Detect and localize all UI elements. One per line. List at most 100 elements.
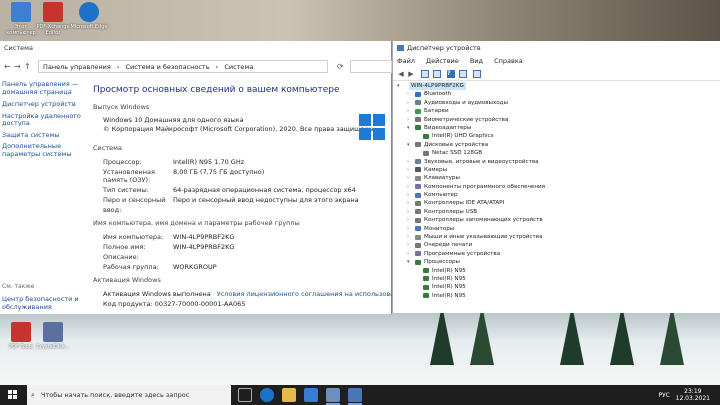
device-label: Netac SSD 128GB (432, 150, 483, 157)
collapse-arrow-icon[interactable]: ▾ (407, 124, 415, 132)
menu-view[interactable]: Вид (470, 57, 483, 65)
task-view-icon[interactable] (238, 388, 252, 402)
device-category[interactable]: › Контроллеры USB (397, 208, 720, 216)
activation-row: Активация Windows выполнена Условия лице… (93, 289, 492, 299)
expand-arrow-icon[interactable]: › (407, 158, 415, 166)
expand-arrow-icon[interactable]: › (407, 208, 415, 216)
activation-status: Активация Windows выполнена (103, 290, 211, 298)
device-category[interactable]: › Камеры (397, 166, 720, 174)
window-title: Система (4, 44, 34, 52)
expand-arrow-icon[interactable]: › (407, 90, 415, 98)
device-label: Видеоадаптеры (424, 124, 472, 131)
window-title: Диспетчер устройств (407, 44, 481, 52)
device-category[interactable]: › Батареи (397, 107, 720, 115)
up-arrow-icon[interactable]: ↑ (24, 62, 31, 71)
menu-action[interactable]: Действие (426, 57, 459, 65)
properties-icon[interactable] (433, 70, 441, 78)
device-item[interactable]: Intel(R) N95 (397, 267, 720, 275)
device-category[interactable]: › Компьютер (397, 191, 720, 199)
breadcrumb-item[interactable]: Система и безопасность (126, 63, 210, 71)
device-item[interactable]: Intel(R) N95 (397, 275, 720, 283)
device-category[interactable]: › Мониторы (397, 225, 720, 233)
help-icon[interactable]: ? (447, 70, 455, 78)
device-category[interactable]: › Контроллеры запоминающих устройств (397, 216, 720, 224)
expand-arrow-icon[interactable]: › (407, 199, 415, 207)
device-label: Процессоры (424, 259, 460, 266)
device-item[interactable]: Intel(R) N95 (397, 283, 720, 291)
expand-arrow-icon[interactable]: › (407, 116, 415, 124)
language-indicator[interactable]: РУС (659, 392, 670, 399)
expand-arrow-icon[interactable]: › (407, 250, 415, 258)
device-manager-taskbar-icon[interactable] (348, 388, 362, 402)
tree-root[interactable]: ▾ WIN-4LP9PRBF2KG (397, 82, 720, 91)
desktop-icon-edge[interactable]: Microsoft Edge (68, 2, 110, 30)
expand-arrow-icon[interactable]: › (407, 183, 415, 191)
breadcrumb-item[interactable]: Панель управления (43, 63, 111, 71)
forward-arrow-icon[interactable]: → (14, 62, 21, 71)
breadcrumb-item[interactable]: Система (224, 63, 253, 71)
clock[interactable]: 23:19 12.03.2021 (676, 388, 710, 402)
device-category[interactable]: › Компоненты программного обеспечения (397, 183, 720, 191)
expand-arrow-icon[interactable]: › (407, 216, 415, 224)
device-category[interactable]: › Звуковые, игровые и видеоустройства (397, 158, 720, 166)
expand-arrow-icon[interactable]: › (407, 99, 415, 107)
store-icon[interactable] (304, 388, 318, 402)
system-window: Система ← → ↑ Панель управления › Систем… (0, 41, 492, 314)
update-driver-icon[interactable] (459, 70, 467, 78)
sidebar-link-security-center[interactable]: Центр безопасности и обслуживания (2, 295, 90, 311)
refresh-icon[interactable]: ⟳ (337, 62, 344, 71)
collapse-arrow-icon[interactable]: ▾ (407, 258, 415, 266)
expand-arrow-icon[interactable]: › (407, 225, 415, 233)
device-label: Компоненты программного обеспечения (424, 183, 546, 190)
device-category[interactable]: › Контроллеры IDE ATA/ATAPI (397, 199, 720, 207)
control-panel-home-link[interactable]: Панель управления — домашняя страница (2, 80, 90, 96)
menu-help[interactable]: Справка (494, 57, 523, 65)
start-button[interactable] (8, 390, 18, 400)
sidebar-link-remote-access[interactable]: Настройка удаленного доступа (2, 112, 90, 128)
sidebar-link-advanced-settings[interactable]: Дополнительные параметры системы (2, 142, 90, 158)
taskbar-search-input[interactable]: ⌕ Чтобы начать поиск, введите здесь запр… (27, 385, 231, 405)
desktop-icon-label: Microsoft Edge (70, 24, 108, 30)
device-category[interactable]: › Мыши и иные указывающие устройства (397, 233, 720, 241)
edge-icon (79, 2, 99, 22)
device-item[interactable]: Intel(R) UHD Graphics (397, 132, 720, 140)
expand-arrow-icon[interactable]: › (407, 241, 415, 249)
info-value: Intel(R) N95 1.70 GHz (173, 158, 245, 166)
device-category[interactable]: › Bluetooth (397, 90, 720, 98)
tree-shape (610, 305, 634, 365)
device-category[interactable]: ▾ Дисковые устройства (397, 141, 720, 149)
expand-arrow-icon[interactable]: › (407, 107, 415, 115)
search-input[interactable] (350, 60, 392, 73)
address-bar[interactable]: Панель управления › Система и безопаснос… (38, 60, 328, 73)
device-category[interactable]: › Биометрические устройства (397, 116, 720, 124)
sidebar-link-device-manager[interactable]: Диспетчер устройств (2, 100, 90, 109)
collapse-arrow-icon[interactable]: ▾ (407, 141, 415, 149)
breadcrumb-separator: › (215, 63, 219, 71)
device-category[interactable]: ▾ Процессоры (397, 258, 720, 266)
forward-arrow-icon[interactable]: ▶ (407, 70, 415, 78)
device-category[interactable]: › Аудиовходы и аудиовыходы (397, 99, 720, 107)
sidebar-link-system-protection[interactable]: Защита системы (2, 131, 90, 140)
expand-arrow-icon[interactable]: › (407, 233, 415, 241)
expand-arrow-icon[interactable]: › (407, 166, 415, 174)
device-category[interactable]: › Очереди печати (397, 241, 720, 249)
back-arrow-icon[interactable]: ← (4, 62, 11, 71)
collapse-arrow-icon[interactable]: ▾ (397, 82, 405, 90)
menu-file[interactable]: Файл (397, 57, 415, 65)
device-item[interactable]: Intel(R) N95 (397, 292, 720, 300)
desktop-icon-crystaldisk[interactable]: CrystalDisk... (32, 322, 74, 350)
expand-arrow-icon[interactable]: › (407, 174, 415, 182)
device-category[interactable]: › Клавиатуры (397, 174, 720, 182)
device-manager-window: Диспетчер устройств Файл Действие Вид Сп… (392, 41, 720, 313)
scan-hardware-icon[interactable] (473, 70, 481, 78)
device-category[interactable]: › Программные устройства (397, 250, 720, 258)
device-item[interactable]: Netac SSD 128GB (397, 149, 720, 157)
device-icon (423, 268, 429, 274)
back-arrow-icon[interactable]: ◀ (397, 70, 405, 78)
file-explorer-icon[interactable] (282, 388, 296, 402)
control-panel-taskbar-icon[interactable] (326, 388, 340, 402)
edge-taskbar-icon[interactable] (260, 388, 274, 402)
view-icon[interactable] (421, 70, 429, 78)
expand-arrow-icon[interactable]: › (407, 191, 415, 199)
device-category[interactable]: ▾ Видеоадаптеры (397, 124, 720, 132)
